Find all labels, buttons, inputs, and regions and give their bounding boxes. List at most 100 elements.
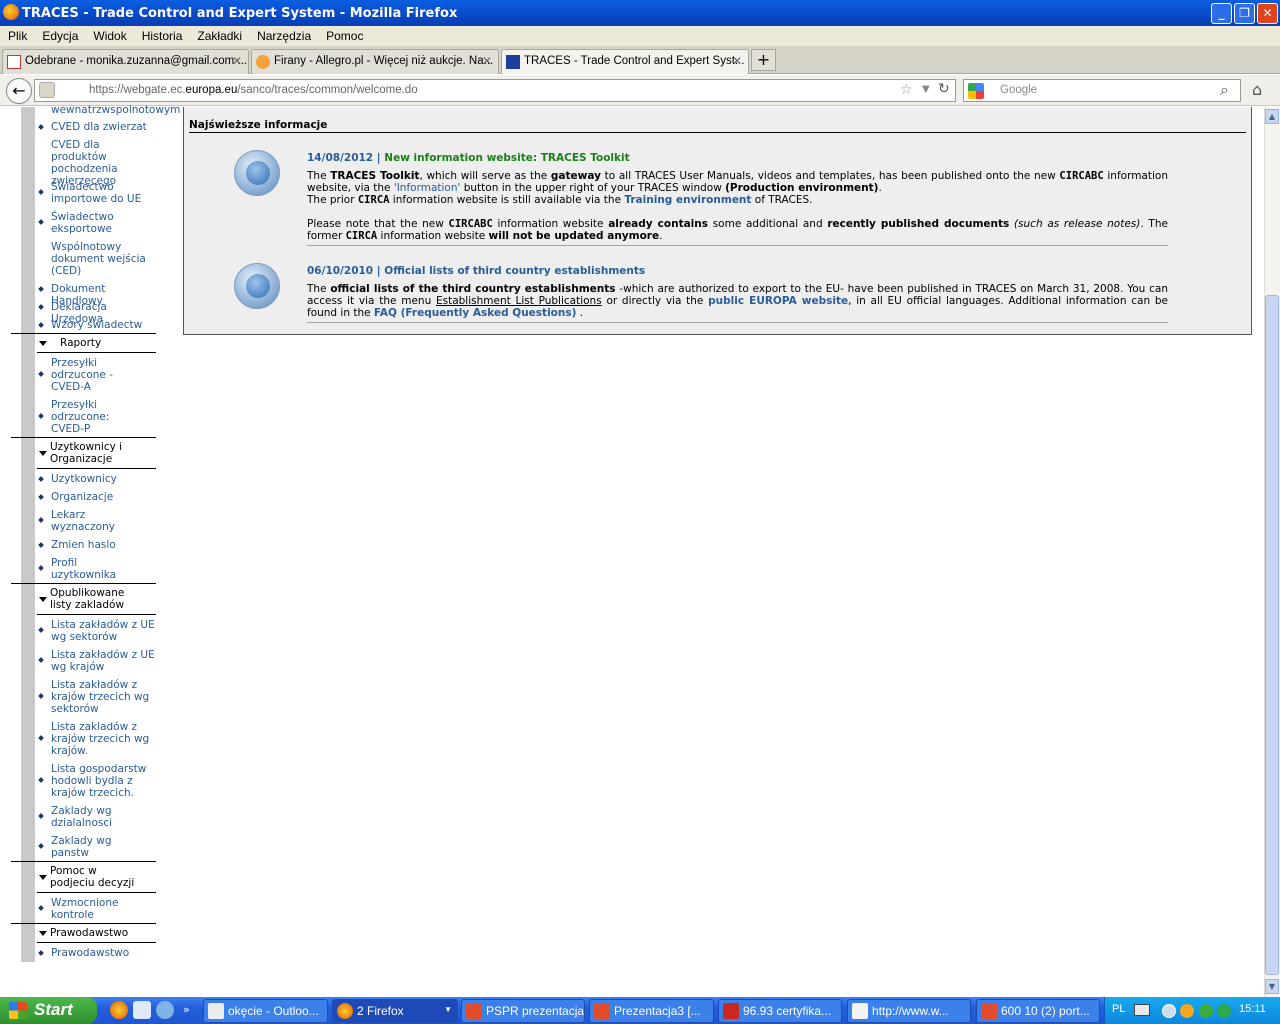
close-tab-icon[interactable]: ✕ [482,54,492,68]
desktop-quicklaunch-icon[interactable] [133,1001,151,1019]
sidebar-item[interactable]: Przesyłki odrzucone: CVED-P [37,399,157,435]
menu-plik[interactable]: Plik [8,29,27,43]
menu-pomoc[interactable]: Pomoc [326,29,363,43]
scroll-up-arrow[interactable]: ▲ [1265,109,1279,124]
text-bold: official lists of the third country esta… [330,283,616,295]
language-indicator[interactable]: PL [1112,1003,1125,1015]
text: to all TRACES User Manuals, videos and t… [600,170,1060,182]
sidebar-item-label: Zaklady wg panstw [51,835,112,859]
news-title-link[interactable]: New information website: TRACES Toolkit [384,152,629,164]
maximize-button[interactable]: ❐ [1234,3,1255,24]
establishment-list-publications-link[interactable]: Establishment List Publications [436,295,602,307]
sidebar-item-label: Świadectwo eksportowe [51,211,114,235]
close-tab-icon[interactable]: ✕ [732,54,742,68]
text: , which will serve as the [419,170,551,182]
task-pdf[interactable]: 96.93 certyfika... [718,999,842,1023]
task-ie[interactable]: http://www.w... [847,999,971,1023]
news-paragraph: The TRACES Toolkit, which will serve as … [307,170,1168,194]
menu-historia[interactable]: Historia [142,29,183,43]
chevron-down-icon [39,597,47,602]
chevron-left-icon[interactable] [1162,1004,1176,1018]
tab-allegro[interactable]: Firany - Allegro.pl - Więcej niż aukcje.… [251,49,499,74]
quicklaunch-expand-icon[interactable]: » [183,1003,190,1016]
section-opublikowane[interactable]: Opublikowane listy zakladów [37,583,156,615]
new-tab-button[interactable]: + [751,49,776,71]
tray-check-icon[interactable] [1217,1004,1231,1018]
sidebar-item[interactable]: CVED dla produktów pochodzenia zwierzęce… [37,139,157,187]
sidebar-item[interactable]: Organizacje [37,491,157,503]
chevron-down-icon [39,931,47,936]
sidebar-item[interactable]: Uzytkownicy [37,473,157,485]
sidebar-item[interactable]: Wzmocnione kontrole [37,897,157,921]
text: . [576,307,584,319]
close-tab-icon[interactable]: ✕ [232,54,242,68]
search-icon[interactable]: ⌕ [1220,80,1229,100]
reload-icon[interactable]: ↻ [938,81,950,97]
chevron-down-icon[interactable]: ▼ [922,84,930,95]
bookmark-star-icon[interactable]: ☆ [900,82,913,98]
sidebar-item[interactable]: Lekarz wyznaczony [37,509,157,533]
start-button[interactable]: Start [0,997,97,1024]
minimize-button[interactable]: _ [1211,3,1232,24]
text-bold: CIRCABC [1059,170,1104,182]
menu-edycja[interactable]: Edycja [42,29,78,43]
tab-traces[interactable]: TRACES - Trade Control and Expert Syst..… [501,49,749,74]
pdf-icon [723,1003,739,1019]
app-quicklaunch-icon[interactable] [156,1001,174,1019]
scrollbar-thumb[interactable] [1265,295,1279,975]
menu-narzedzia[interactable]: Narzędzia [257,29,311,43]
sidebar-item[interactable]: Zmien haslo [37,539,157,551]
divider [11,861,37,862]
sidebar-item[interactable]: Zaklady wg dzialalnosci [37,805,157,829]
news-title-link[interactable]: Official lists of third country establis… [384,265,645,277]
sidebar-item-label: CVED dla produktów pochodzenia zwierzęce… [51,139,118,187]
sidebar-item[interactable]: Lista zakladów z krajów trzecich wg kraj… [37,721,157,757]
menu-widok[interactable]: Widok [93,29,126,43]
keyboard-icon[interactable] [1134,1004,1150,1016]
task-firefox[interactable]: 2 Firefox ▼ [332,999,458,1023]
url-bar[interactable]: https://webgate.ec.europa.eu/sanco/trace… [34,79,956,102]
faq-link[interactable]: FAQ (Frequently Asked Questions) [374,307,576,319]
section-uzytkownicy[interactable]: Uzytkownicy i Organizacje [37,437,156,469]
text-italic: (such as release notes) [1009,218,1141,230]
sidebar-item[interactable]: Lista zakładów z UE wg krajów [37,649,157,673]
home-icon[interactable]: ⌂ [1252,80,1262,99]
sidebar-item[interactable]: Lista zakładów z UE wg sektorów [37,619,157,643]
section-prawodawstwo[interactable]: Prawodawstwo [37,923,156,943]
section-raporty[interactable]: Raporty [37,333,156,353]
task-pspr[interactable]: PSPR prezentacja [461,999,585,1023]
tray-app-icon[interactable] [1180,1004,1194,1018]
tray-app-icon[interactable] [1199,1004,1213,1018]
sidebar-item[interactable]: Prawodawstwo [37,947,157,959]
sidebar-item[interactable]: Świadectwo eksportowe [37,211,157,235]
task-600[interactable]: 600 10 (2) port... [976,999,1100,1023]
firefox-quicklaunch-icon[interactable] [110,1001,128,1019]
menu-zakladki[interactable]: Zakładki [197,29,242,43]
window-title: TRACES - Trade Control and Expert System… [22,5,458,21]
sidebar-item[interactable]: Zaklady wg panstw [37,835,157,859]
task-prezentacja3[interactable]: Prezentacja3 [... [589,999,714,1023]
europa-website-link[interactable]: public EUROPA website [708,295,848,307]
sidebar-item[interactable]: Lista gospodarstw hodowli bydla z krajów… [37,763,157,799]
section-pomoc[interactable]: Pomoc w podjeciu decyzji [37,861,156,893]
news-item-heading: 06/10/2010 | Official lists of third cou… [307,265,1168,277]
key-icon[interactable] [39,82,55,98]
training-environment-link[interactable]: Training environment [624,194,751,206]
close-button[interactable]: ✕ [1257,3,1278,24]
sidebar-item[interactable]: Świadectwo importowe do UE [37,181,157,205]
information-link[interactable]: 'Information' [394,182,461,194]
sidebar-item[interactable]: Przesyłki odrzucone - CVED-A [37,357,157,393]
sidebar-item-label: Przesyłki odrzucone: CVED-P [51,399,110,435]
sidebar-item[interactable]: Profil uzytkownika [37,557,157,581]
scroll-down-arrow[interactable]: ▼ [1265,979,1279,994]
task-outlook[interactable]: okęcie - Outloo... [203,999,328,1023]
sidebar-item[interactable]: Lista zakładów z krajów trzecich wg sekt… [37,679,157,715]
sidebar-item[interactable]: Wspólnotowy dokument wejścia (CED) [37,241,157,277]
sidebar-item[interactable]: wewnatrzwspolnotowym [37,104,180,116]
tab-gmail[interactable]: Odebrane - monika.zuzanna@gmail.com ... … [2,49,249,74]
back-button[interactable]: ← [6,78,32,104]
google-icon[interactable] [968,83,984,99]
search-input[interactable]: Google [963,79,1241,102]
sidebar-item[interactable]: CVED dla zwierzat [37,121,157,133]
sidebar-item[interactable]: Wzory świadectw [37,319,157,331]
